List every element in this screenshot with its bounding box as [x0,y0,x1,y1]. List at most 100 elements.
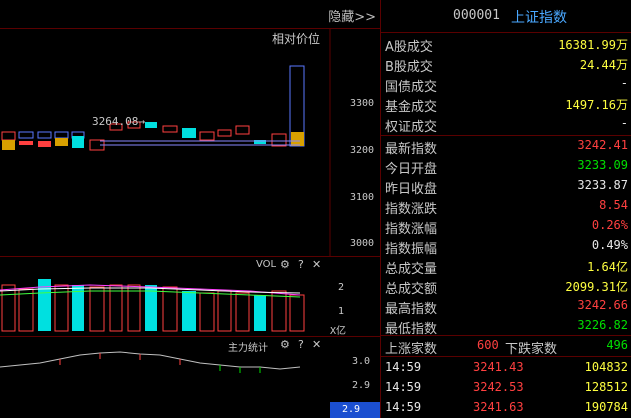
quote-row: 今日开盘 3233.09 [381,156,631,177]
value-unit: 亿 [615,280,628,294]
quote-row: 指数涨跌 8.54 [381,196,631,217]
quote-row-label: B股成交 [385,60,433,75]
value-number: 2099.31 [565,280,616,294]
value-number: 0.26% [591,218,628,232]
tick-time: 14:59 [385,400,422,414]
quote-row-value: 3233.87 [577,178,628,192]
quote-header: 000001 上证指数 [381,6,631,26]
y-tick: 3000 [350,238,375,249]
candle-series [1,65,305,151]
quote-row: 最高指数 3242.66 [381,296,631,317]
market-breadth: 上涨家数 600 下跌家数 496 [381,336,631,357]
down-count: 496 [606,338,628,352]
value-number: 3233.87 [577,178,628,192]
quote-row-label: 总成交量 [385,262,438,277]
quote-row-value: 2099.31亿 [565,278,628,295]
quote-row-label: 指数振幅 [385,242,438,257]
power-y-tick: 3.0 [352,356,371,367]
security-code: 000001 [453,8,500,23]
quote-row-label: 指数涨跌 [385,202,438,217]
power-y-tick: 2.9 [352,380,371,391]
value-unit: 万 [615,98,628,112]
value-number: 16381.99 [558,38,616,52]
quote-row-label: 最新指数 [385,142,438,157]
value-number: - [620,116,628,130]
y-tick: 3100 [350,192,375,203]
quote-row-label: 昨日收盘 [385,182,438,197]
tick-volume: 128512 [584,380,628,394]
quote-row-value: - [621,116,628,130]
quote-row-value: 1497.16万 [565,96,628,113]
value-number: 8.54 [599,198,628,212]
power-chart[interactable] [0,337,330,418]
value-number: 1.64 [587,260,616,274]
quote-row-label: 基金成交 [385,100,438,115]
current-value-badge: 2.9 [330,402,380,418]
value-number: 1497.16 [565,98,616,112]
quote-row: 基金成交 1497.16万 [381,94,631,115]
chart-area[interactable]: 隐藏>> 相对价位 3264.08→ 3300 3200 3100 3000 V… [0,0,380,418]
tick-volume: 190784 [584,400,628,414]
quote-row-label: 权证成交 [385,120,438,135]
quote-row: A股成交 16381.99万 [381,34,631,55]
quote-row: 指数振幅 0.49% [381,236,631,257]
value-unit: 亿 [615,260,628,274]
quote-row: 昨日收盘 3233.87 [381,176,631,197]
quote-row-label: 最高指数 [385,302,438,317]
quote-row: 国债成交 - [381,74,631,95]
quote-row-value: 16381.99万 [558,36,628,53]
quote-row-value: 24.44万 [580,56,628,73]
value-unit: 万 [615,38,628,52]
value-number: 3242.66 [577,298,628,312]
chart-toolbar: 隐藏>> [0,0,380,29]
up-count: 600 [477,338,499,352]
quote-row-label: 指数涨幅 [385,222,438,237]
quote-row-value: 3242.66 [577,298,628,312]
tick-price: 3241.43 [473,360,524,374]
quote-row-label: 今日开盘 [385,162,438,177]
quote-row-value: 1.64亿 [587,258,628,275]
quote-row: 最新指数 3242.41 [381,136,631,157]
tick-price: 3241.63 [473,400,524,414]
quote-row-label: 国债成交 [385,80,438,95]
vol-y-tick: 2 [338,282,345,293]
quote-row-value: 0.49% [592,238,628,252]
quote-row-label: 总成交额 [385,282,438,297]
value-unit: 万 [615,58,628,72]
y-tick: 3200 [350,145,375,156]
down-count-label: 下跌家数 [505,342,558,357]
tick-time: 14:59 [385,360,422,374]
quote-row-value: 3242.41 [577,138,628,152]
quote-row: 权证成交 - [381,114,631,135]
security-name: 上证指数 [511,10,567,26]
up-count-label: 上涨家数 [385,342,438,357]
quote-row-value: - [621,76,628,90]
vol-y-tick: 1 [338,306,345,317]
tick-row: 14:59 3241.43 104832 [381,358,631,378]
divider [381,356,631,357]
value-number: 3226.82 [577,318,628,332]
value-number: 3242.41 [577,138,628,152]
quote-row-value: 0.26% [592,218,628,232]
quote-row: B股成交 24.44万 [381,54,631,75]
value-number: - [620,76,628,90]
quote-row-label: A股成交 [385,40,433,55]
quote-row-value: 3233.09 [577,158,628,172]
y-tick: 3300 [350,98,375,109]
divider [381,32,631,33]
quote-panel: 000001 上证指数 A股成交 16381.99万 B股成交 24.44万 国债成交 -… [380,0,631,418]
quote-row-value: 8.54 [599,198,628,212]
quote-row-value: 3226.82 [577,318,628,332]
tick-time: 14:59 [385,380,422,394]
quote-row: 指数涨幅 0.26% [381,216,631,237]
volume-chart[interactable] [0,257,330,335]
quote-row: 最低指数 3226.82 [381,316,631,337]
value-number: 0.49% [591,238,628,252]
marker-label: 3264.08→ [92,115,145,128]
hide-panel-button[interactable]: 隐藏>> [328,6,376,25]
vol-unit: X亿 [330,326,347,337]
candlestick-chart[interactable]: 3264.08→ [0,28,380,256]
value-number: 3233.09 [577,158,628,172]
current-value: 2.9 [342,404,361,415]
value-number: 24.44 [579,58,616,72]
